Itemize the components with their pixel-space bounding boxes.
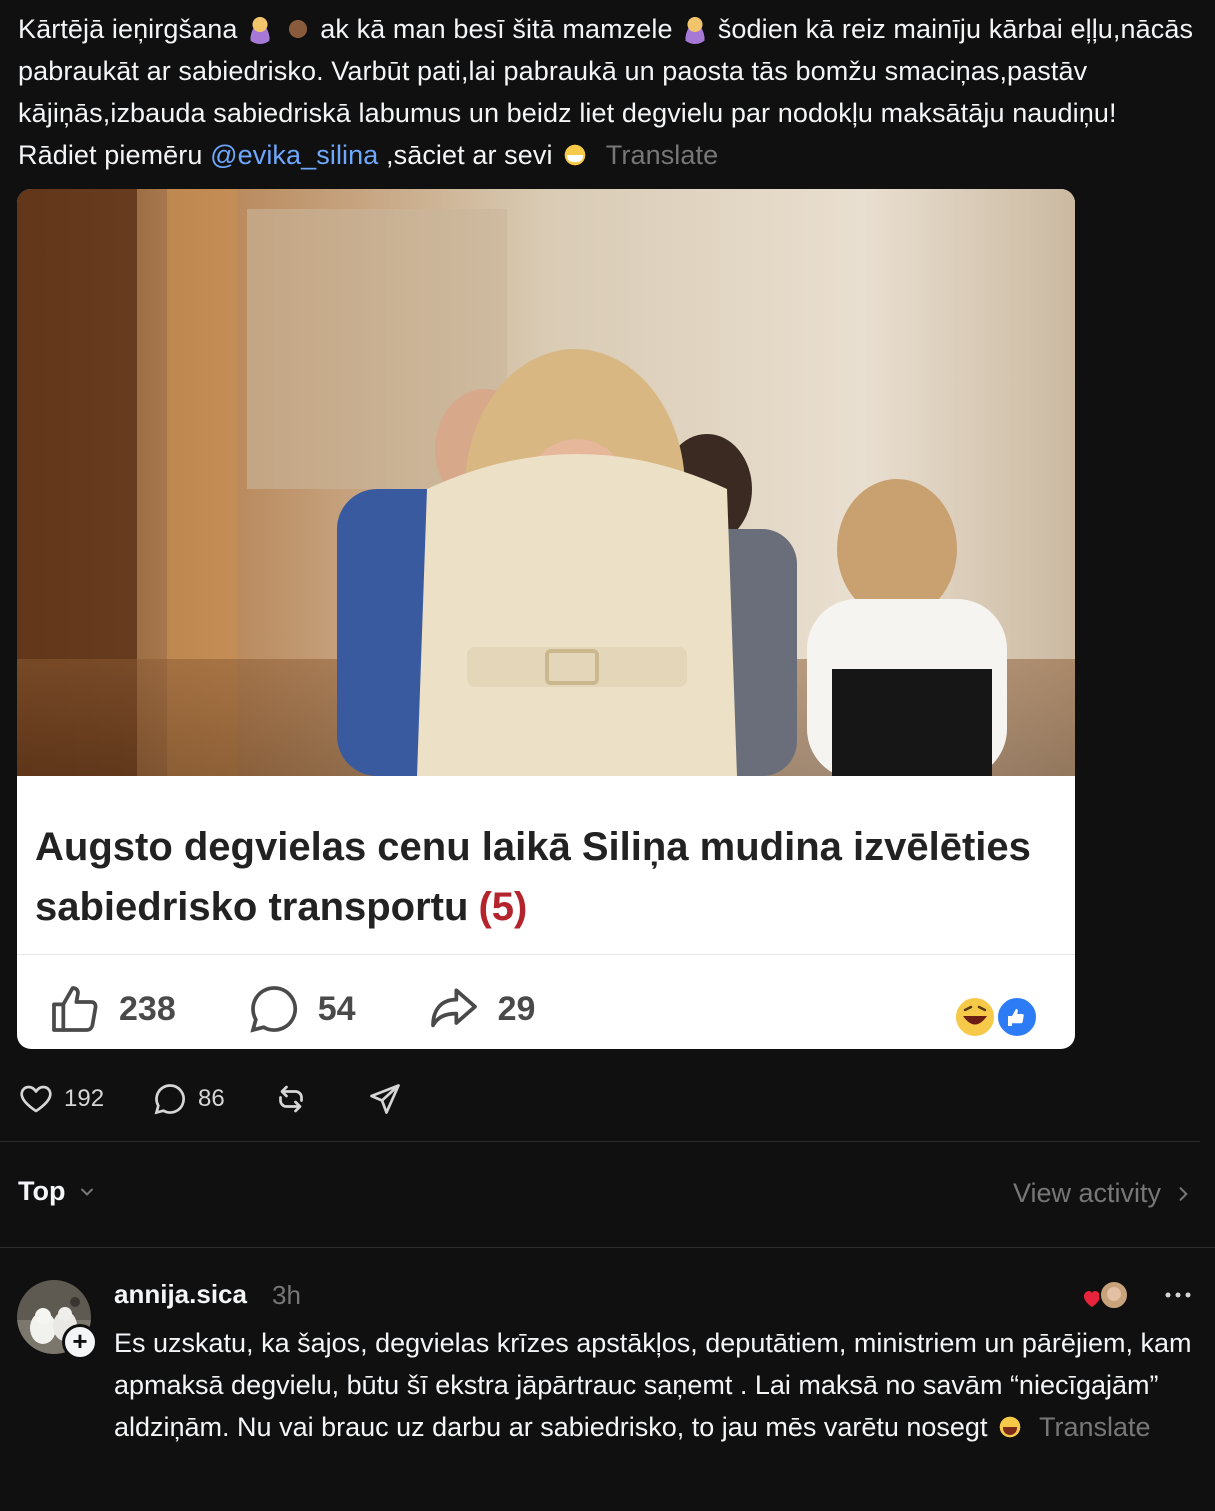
article-headline: Augsto degvielas cenu laikā Siliņa mudin…: [35, 817, 1035, 937]
translate-link[interactable]: Translate: [606, 140, 718, 170]
headline-text: Augsto degvielas cenu laikā Siliņa mudin…: [35, 825, 1031, 929]
like-button[interactable]: 192: [18, 1081, 104, 1117]
post-text-part-2: ak kā man besī šitā mamzele: [320, 14, 673, 44]
reply-button[interactable]: 86: [152, 1081, 225, 1117]
follow-plus-button[interactable]: +: [62, 1324, 98, 1360]
view-activity-label: View activity: [1012, 1178, 1161, 1208]
comment-translate-link[interactable]: Translate: [1039, 1412, 1151, 1442]
card-share-count: 29: [497, 989, 536, 1028]
author-avatar-mini: [1099, 1280, 1129, 1310]
card-like-count: 238: [119, 989, 176, 1028]
send-icon: [369, 1084, 400, 1114]
person-facepalming-emoji-icon: [245, 14, 276, 44]
see-no-evil-monkey-emoji-icon: [282, 14, 313, 44]
comment-body: Es uzskatu, ka šajos, degvielas krīzes a…: [114, 1322, 1199, 1448]
reaction-emojis: [954, 996, 1038, 1038]
card-like-stat: 238: [47, 981, 176, 1037]
view-activity-link[interactable]: View activity: [1013, 1178, 1193, 1209]
grinning-face-emoji-icon: [560, 140, 591, 170]
share-button[interactable]: [367, 1081, 413, 1117]
reply-bubble-icon: [154, 1084, 185, 1115]
heart-icon: [1084, 1291, 1100, 1307]
card-comment-count: 54: [317, 989, 356, 1028]
speech-bubble-icon: [250, 986, 297, 1033]
article-photo: [17, 189, 1075, 776]
sort-dropdown[interactable]: Top: [18, 1176, 97, 1207]
card-share-stat: 29: [426, 981, 536, 1037]
more-options-icon[interactable]: [1163, 1280, 1193, 1310]
card-divider: [17, 954, 1075, 955]
repost-button[interactable]: [273, 1081, 319, 1117]
chevron-down-icon: [81, 1188, 94, 1196]
post-caption: Kārtējā ieņirgšana ak kā man besī šitā m…: [18, 8, 1198, 176]
card-comment-stat: 54: [246, 981, 356, 1037]
chevron-right-icon: [1179, 1186, 1188, 1201]
reply-count: 86: [198, 1085, 225, 1112]
like-count: 192: [64, 1085, 105, 1112]
person-facepalming-emoji-icon: [680, 14, 711, 44]
comment-username[interactable]: annija.sica: [114, 1279, 247, 1310]
comment-timestamp: 3h: [272, 1280, 301, 1310]
author-liked-indicator: [1084, 1280, 1129, 1310]
post-text-part-4: ,sāciet ar sevi: [378, 140, 553, 170]
thumbs-up-icon: [52, 986, 98, 1032]
section-divider: [0, 1247, 1215, 1248]
shared-article-card[interactable]: Augsto degvielas cenu laikā Siliņa mudin…: [17, 189, 1075, 1049]
post-text-part-1: Kārtējā ieņirgšana: [18, 14, 238, 44]
card-reaction-bar: 238 54 29: [47, 979, 605, 1039]
laughing-tears-emoji-icon: [994, 1412, 1025, 1442]
comment-text: Es uzskatu, ka šajos, degvielas krīzes a…: [114, 1328, 1192, 1442]
comment-count-badge: (5): [478, 885, 528, 929]
like-thumb-icon: [996, 996, 1038, 1038]
post-actions: 192 86: [18, 1076, 461, 1122]
section-divider: [0, 1141, 1200, 1142]
sort-label: Top: [18, 1176, 66, 1206]
repost-icon: [278, 1085, 303, 1113]
laughing-face-icon: [954, 996, 996, 1038]
mention-link[interactable]: @evika_silina: [210, 140, 378, 170]
heart-icon: [20, 1085, 52, 1113]
share-arrow-icon: [430, 988, 477, 1028]
